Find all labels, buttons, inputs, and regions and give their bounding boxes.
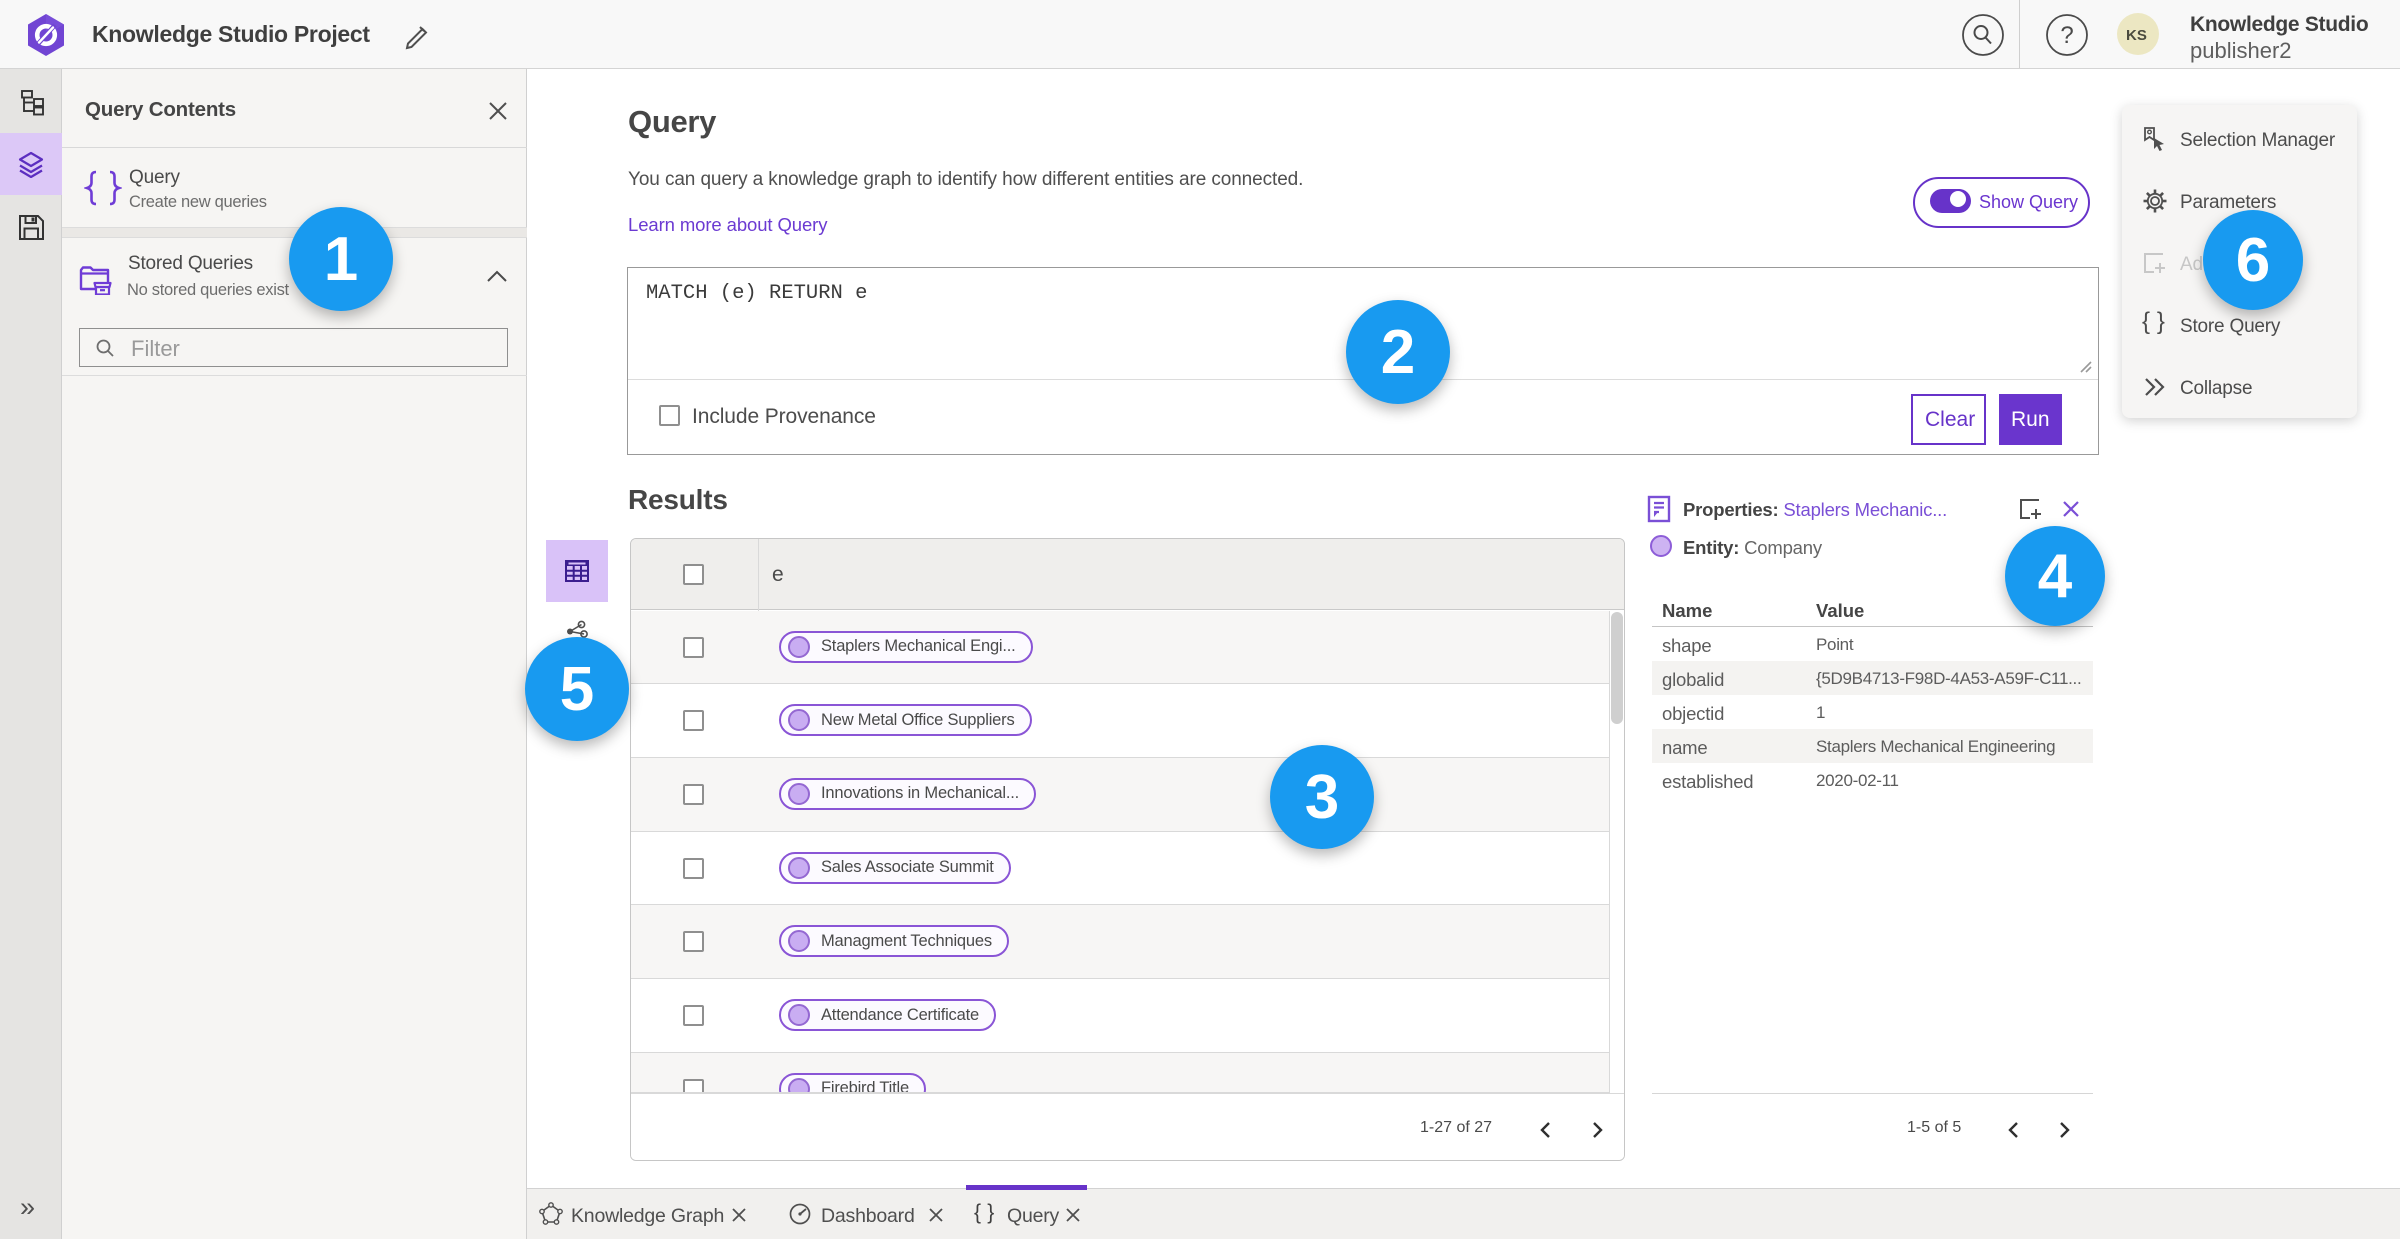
svg-text:?: ? xyxy=(2060,22,2073,49)
